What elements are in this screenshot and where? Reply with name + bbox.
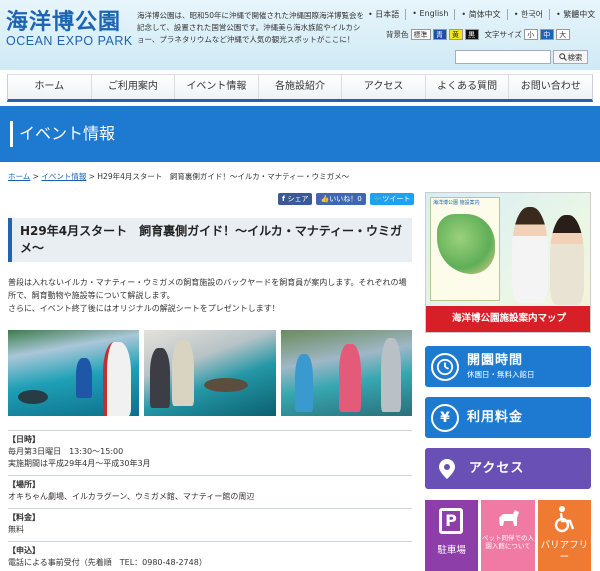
- dog-icon: [495, 506, 521, 534]
- event-details: 【日時】 毎月第3日曜日 13:30～15:00 実施期間は平成29年4月～平成…: [8, 430, 412, 571]
- bg-color-label: 背景色: [386, 30, 409, 39]
- hours-title: 開園時間: [467, 353, 524, 368]
- photo-dolphin-pool: [8, 330, 140, 416]
- facility-map-label: 海洋博公園施設案内マップ: [426, 306, 590, 332]
- photo-gallery: [8, 330, 412, 416]
- fee-title: 利用料金: [467, 409, 524, 425]
- nav-home[interactable]: ホーム: [8, 75, 91, 99]
- yen-icon: ¥: [431, 403, 459, 432]
- facebook-share-button[interactable]: f シェア: [278, 193, 313, 205]
- lang-zh-tw[interactable]: • 繁體中文: [549, 9, 600, 20]
- search-input[interactable]: [455, 50, 551, 64]
- parking-label: 駐車場: [437, 545, 466, 556]
- nav-events[interactable]: イベント情報: [174, 75, 258, 99]
- search-icon: [558, 53, 567, 61]
- site-search: 検索: [455, 50, 588, 64]
- map-brochure: 海洋博公園 施設案内: [430, 197, 500, 301]
- nav-faq[interactable]: よくある質問: [424, 75, 509, 99]
- lang-ja[interactable]: • 日本語: [362, 9, 405, 20]
- breadcrumb-home[interactable]: ホーム: [8, 172, 30, 181]
- opening-hours-button[interactable]: 開園時間 休園日・無料入館日: [425, 346, 591, 387]
- nav-contact[interactable]: お問い合わせ: [508, 75, 592, 99]
- access-button[interactable]: アクセス: [425, 448, 591, 489]
- bg-standard-button[interactable]: 標準: [410, 29, 431, 40]
- pet-policy-tile[interactable]: ペット同伴での入園入館について: [481, 500, 535, 571]
- barrier-free-tile[interactable]: バリアフリー: [537, 500, 591, 571]
- barrier-free-label: バリアフリー: [540, 540, 589, 563]
- photo-sea-turtle: [280, 330, 412, 416]
- nav-facilities[interactable]: 各施設紹介: [257, 75, 342, 99]
- lang-ko[interactable]: • 한국어: [506, 9, 549, 20]
- lang-zh-cn[interactable]: • 简体中文: [454, 9, 506, 20]
- nav-guide[interactable]: ご利用案内: [90, 75, 175, 99]
- main-nav: ホーム ご利用案内 イベント情報 各施設紹介 アクセス よくある質問 お問い合わ…: [7, 74, 593, 102]
- bg-yellow-button[interactable]: 黄: [448, 29, 463, 40]
- font-small-button[interactable]: 小: [523, 29, 538, 40]
- parking-icon: P: [439, 508, 463, 534]
- font-size-label: 文字サイズ: [484, 30, 522, 39]
- article-title: H29年4月スタート 飼育裏側ガイド！～イルカ・マナティー・ウミガメ～: [8, 218, 412, 262]
- logo-japanese: 海洋博公園: [6, 9, 122, 35]
- social-buttons: f シェア 👍いいね！0 🐦ツイート: [278, 193, 415, 205]
- site-intro: 海洋博公園は、昭和50年に沖縄で開催された沖縄国際海洋博覧会を記念して、設置され…: [137, 11, 365, 44]
- facebook-like-button[interactable]: 👍いいね！0: [316, 193, 366, 205]
- detail-fee: 【料金】 無料: [8, 508, 412, 541]
- map-pin-icon: [433, 455, 461, 483]
- breadcrumb-current: H29年4月スタート 飼育裏側ガイド！～イルカ・マナティー・ウミガメ～: [97, 172, 350, 181]
- page-title: イベント情報: [19, 124, 116, 143]
- font-large-button[interactable]: 大: [555, 29, 570, 40]
- admission-fee-button[interactable]: ¥ 利用料金: [425, 397, 591, 438]
- search-button[interactable]: 検索: [553, 50, 588, 64]
- article-lead: 普段は入れないイルカ・マナティー・ウミガメの飼育施設のバックヤードを飼育員が案内…: [8, 276, 412, 315]
- display-options: 背景色 標準 青 黄 黒 文字サイズ 小 中 大: [386, 29, 570, 40]
- hours-subtitle: 休園日・無料入館日: [467, 370, 535, 379]
- access-title: アクセス: [469, 460, 525, 476]
- photo-manatee-tank: [144, 330, 276, 416]
- quick-links: P 駐車場 ペット同伴での入園入館について バリアフリー: [425, 500, 591, 571]
- parking-tile[interactable]: P 駐車場: [425, 500, 479, 571]
- lang-en[interactable]: • English: [405, 9, 454, 20]
- detail-datetime: 【日時】 毎月第3日曜日 13:30～15:00 実施期間は平成29年4月～平成…: [8, 430, 412, 475]
- breadcrumb-events[interactable]: イベント情報: [41, 172, 86, 181]
- bg-blue-button[interactable]: 青: [432, 29, 447, 40]
- breadcrumb-sep: >: [30, 172, 42, 181]
- detail-application: 【申込】 電話による事前受付（先着順 TEL：0980-48-2748）: [8, 541, 412, 571]
- bg-black-button[interactable]: 黒: [464, 29, 479, 40]
- lead-paragraph: さらに、イベント終了後にはオリジナルの解説シートをプレゼントします！: [8, 304, 280, 313]
- clock-icon: [431, 352, 459, 381]
- site-header: 海洋博公園 OCEAN EXPO PARK 海洋博公園は、昭和50年に沖縄で開催…: [0, 0, 600, 70]
- banner-accent-bar: [10, 121, 13, 147]
- nav-access[interactable]: アクセス: [341, 75, 425, 99]
- font-medium-button[interactable]: 中: [539, 29, 554, 40]
- pet-policy-label: ペット同伴での入園入館について: [481, 534, 534, 550]
- thumbs-up-icon: 👍: [320, 195, 330, 203]
- detail-location: 【場所】 オキちゃん劇場、イルカラグーン、ウミガメ館、マナティー館の周辺: [8, 475, 412, 508]
- lead-paragraph: 普段は入れないイルカ・マナティー・ウミガメの飼育施設のバックヤードを飼育員が案内…: [8, 278, 407, 300]
- breadcrumb-sep: >: [86, 172, 98, 181]
- tweet-button[interactable]: 🐦ツイート: [369, 193, 415, 205]
- site-logo[interactable]: 海洋博公園 OCEAN EXPO PARK: [6, 10, 133, 48]
- language-switcher: • 日本語 • English • 简体中文 • 한국어 • 繁體中文: [362, 9, 600, 20]
- logo-english: OCEAN EXPO PARK: [6, 34, 133, 48]
- wheelchair-icon: [552, 505, 578, 537]
- facility-map-banner[interactable]: 海洋博公園 施設案内 海洋博公園施設案内マップ: [425, 192, 591, 333]
- search-button-label: 検索: [567, 52, 583, 62]
- breadcrumb: ホーム > イベント情報 > H29年4月スタート 飼育裏側ガイド！～イルカ・マ…: [8, 171, 349, 182]
